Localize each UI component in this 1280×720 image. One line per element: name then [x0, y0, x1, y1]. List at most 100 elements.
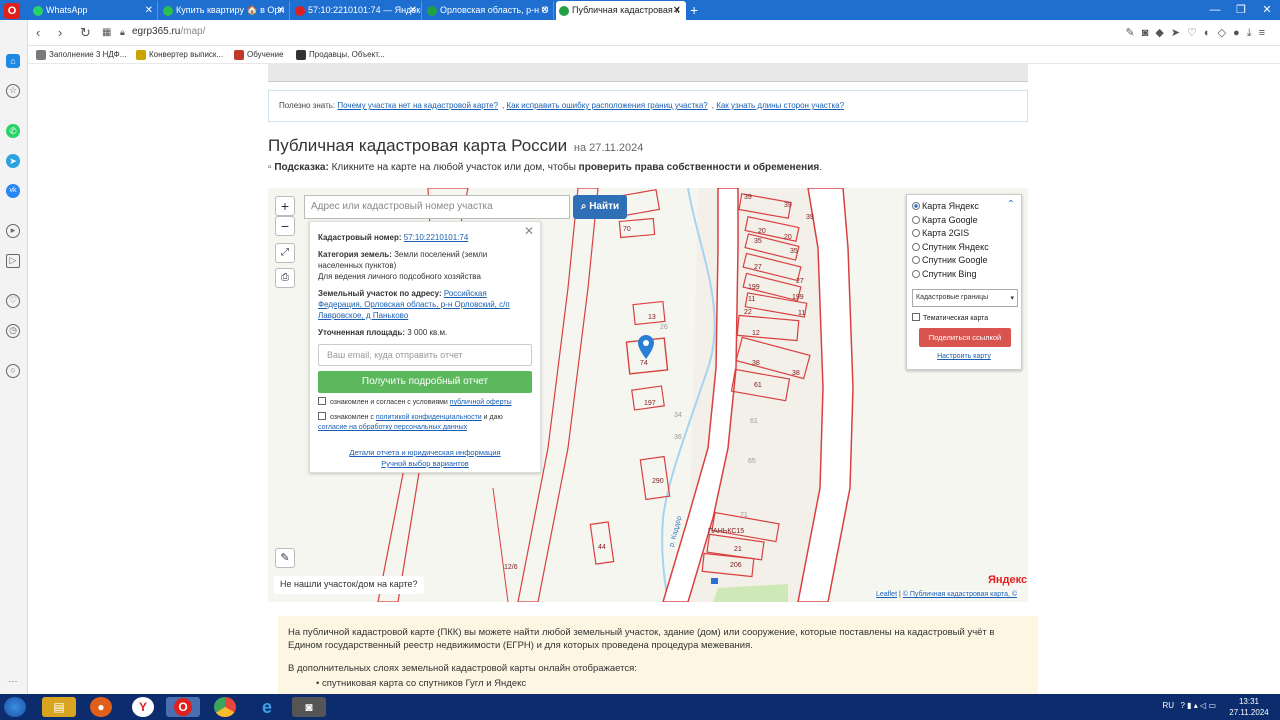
- send-icon[interactable]: ▷: [6, 254, 20, 268]
- useful-link-missing[interactable]: Почему участка нет на кадастровой карте?: [337, 101, 498, 110]
- home-icon[interactable]: ⌂: [6, 54, 20, 68]
- cadastral-map[interactable]: 39 39 39 70 20 35 20 35 27 27 199 199 11 11 22 12 13 74 38…: [268, 188, 1028, 602]
- shield-icon[interactable]: ◆: [1155, 27, 1170, 39]
- chrome-icon[interactable]: [214, 697, 236, 717]
- browser-logo-icon[interactable]: O: [4, 3, 20, 19]
- radio-icon[interactable]: [912, 242, 920, 251]
- useful-link-side-lengths[interactable]: Как узнать длины сторон участка?: [716, 101, 844, 110]
- whatsapp-icon[interactable]: ✆: [6, 124, 20, 138]
- reload-icon[interactable]: ↻: [80, 25, 91, 41]
- download-icon[interactable]: ⤓: [1247, 27, 1259, 39]
- data-consent-link[interactable]: согласие на обработку персональных данны…: [318, 424, 467, 431]
- zoom-out-button[interactable]: −: [275, 216, 295, 236]
- player-icon[interactable]: ▸: [6, 224, 20, 238]
- cube-icon[interactable]: ◇: [1218, 27, 1233, 39]
- close-tab-icon[interactable]: ✕: [541, 1, 549, 20]
- close-tab-icon[interactable]: ✕: [409, 1, 417, 20]
- report-details-link[interactable]: Детали отчета и юридическая информация: [349, 448, 500, 457]
- radio-icon[interactable]: [912, 269, 920, 278]
- close-window-icon[interactable]: ✕: [1254, 0, 1280, 20]
- thematic-checkbox[interactable]: [912, 313, 920, 321]
- layer-option[interactable]: Спутник Яндекс: [912, 241, 1016, 255]
- leaflet-link[interactable]: Leaflet: [876, 591, 897, 598]
- chevron-up-icon[interactable]: ⌃: [1007, 199, 1015, 210]
- setup-map-link[interactable]: Настроить карту: [937, 353, 991, 360]
- history-icon[interactable]: ◷: [6, 324, 20, 338]
- edit-icon[interactable]: ✎: [1125, 27, 1141, 39]
- offer-link[interactable]: публичной оферты: [450, 399, 512, 406]
- email-field[interactable]: Ваш email, куда отправить отчет: [318, 344, 532, 366]
- layer-option[interactable]: Карта Яндекс: [912, 200, 1016, 214]
- location-marker-icon[interactable]: [638, 335, 654, 359]
- yandex-browser-icon[interactable]: Y: [132, 697, 154, 717]
- chevron-up-icon[interactable]: ▴: [1194, 701, 1198, 710]
- bookmark-item[interactable]: Заполнение 3 НДФ...: [36, 50, 126, 60]
- tab-cadastral-map[interactable]: Публичная кадастровая к ✕: [556, 1, 686, 20]
- print-icon[interactable]: ⎙: [275, 268, 295, 288]
- layer-option[interactable]: Карта 2GIS: [912, 227, 1016, 241]
- tab-yandex-search[interactable]: 57:10:2210101:74 — Яндекс ✕: [292, 1, 422, 20]
- offer-checkbox[interactable]: [318, 397, 326, 405]
- bookmark-item[interactable]: Продавцы, Объект...: [296, 50, 385, 60]
- speaker-icon[interactable]: ◁: [1200, 701, 1206, 710]
- pkk-attribution-link[interactable]: © Публичная кадастровая карта, ©: [903, 591, 1017, 598]
- search-button[interactable]: ⌕ Найти: [573, 195, 627, 219]
- firefox-icon[interactable]: ●: [90, 697, 112, 717]
- bookmark-star-icon[interactable]: ☆: [6, 84, 20, 98]
- internet-explorer-icon[interactable]: e: [250, 697, 284, 717]
- back-icon[interactable]: ‹: [36, 25, 40, 40]
- close-tab-icon[interactable]: ✕: [277, 1, 285, 20]
- minimize-icon[interactable]: —: [1202, 0, 1228, 20]
- layer-select[interactable]: Кадастровые границы ▾: [912, 289, 1018, 307]
- manual-selection-link[interactable]: Ручной выбор вариантов: [381, 459, 469, 468]
- close-tab-icon[interactable]: ✕: [673, 1, 681, 20]
- telegram-icon[interactable]: ➤: [6, 154, 20, 168]
- radio-icon[interactable]: [912, 215, 920, 224]
- forward-icon[interactable]: ›: [58, 25, 62, 40]
- radio-icon[interactable]: [912, 202, 920, 210]
- tab-whatsapp[interactable]: WhatsApp ✕: [30, 1, 158, 20]
- file-explorer-icon[interactable]: ▤: [42, 697, 76, 717]
- ruler-icon[interactable]: ✎: [275, 548, 295, 568]
- send-icon[interactable]: ➤: [1171, 27, 1187, 39]
- help-icon[interactable]: ?: [1180, 701, 1184, 710]
- close-tab-icon[interactable]: ✕: [145, 1, 153, 20]
- useful-link-fix-error[interactable]: Как исправить ошибку расположения границ…: [506, 101, 707, 110]
- lightbulb-icon[interactable]: ○: [6, 364, 20, 378]
- tab-kupit-kvartiru[interactable]: Купить квартиру 🏠 в Орл ✕: [160, 1, 290, 20]
- network-icon[interactable]: ▮: [1187, 701, 1191, 710]
- layer-option[interactable]: Спутник Google: [912, 254, 1016, 268]
- start-button[interactable]: [4, 697, 26, 717]
- clock[interactable]: 13:31 27.11.2024: [1224, 696, 1274, 718]
- more-icon[interactable]: ···: [6, 674, 20, 688]
- radio-icon[interactable]: [912, 229, 920, 237]
- layer-option[interactable]: Спутник Bing: [912, 268, 1016, 282]
- get-report-button[interactable]: Получить подробный отчет: [318, 371, 532, 393]
- menu-icon[interactable]: ≡: [1259, 27, 1272, 39]
- extension-icon[interactable]: ◐: [1204, 27, 1218, 39]
- heart-icon[interactable]: ♡: [1187, 27, 1204, 39]
- profile-icon[interactable]: ●: [1233, 27, 1247, 39]
- notification-icon[interactable]: ▭: [1208, 701, 1216, 710]
- bookmark-item[interactable]: Конвертер выписк...: [136, 50, 223, 60]
- new-tab-button[interactable]: +: [690, 0, 698, 20]
- bookmark-item[interactable]: Обучение: [234, 50, 284, 60]
- close-icon[interactable]: ✕: [524, 225, 534, 237]
- opera-taskbar-button[interactable]: O: [166, 697, 200, 717]
- vk-icon[interactable]: vk: [6, 184, 20, 198]
- tabs-grid-icon[interactable]: ▦: [102, 27, 111, 38]
- thematic-map-toggle[interactable]: Тематическая карта: [912, 313, 1016, 322]
- zoom-in-button[interactable]: +: [275, 196, 295, 216]
- not-found-button[interactable]: Не нашли участок/дом на карте?: [274, 576, 424, 594]
- fullscreen-icon[interactable]: ⤢: [275, 243, 295, 263]
- address-bar[interactable]: egrp365.ru/map/: [132, 26, 205, 37]
- maximize-icon[interactable]: ❐: [1228, 0, 1254, 20]
- search-input[interactable]: Адрес или кадастровый номер участка: [304, 195, 570, 219]
- privacy-checkbox[interactable]: [318, 412, 326, 420]
- layer-option[interactable]: Карта Google: [912, 214, 1016, 228]
- cadastral-number-link[interactable]: 57:10:2210101:74: [404, 233, 469, 242]
- radio-icon[interactable]: [912, 256, 920, 264]
- camera-app-icon[interactable]: ◙: [292, 697, 326, 717]
- heart-icon[interactable]: ♡: [6, 294, 20, 308]
- camera-icon[interactable]: ◙: [1142, 27, 1156, 39]
